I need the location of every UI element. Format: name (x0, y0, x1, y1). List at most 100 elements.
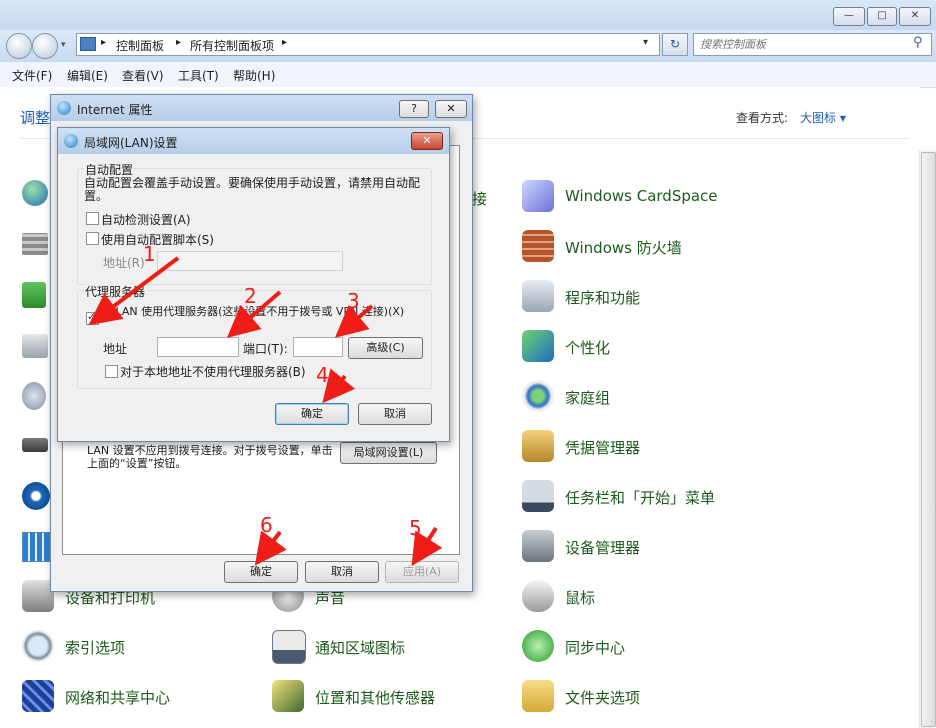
cp-item-label: 任务栏和「开始」菜单 (565, 489, 716, 507)
cp-item-label: 程序和功能 (565, 289, 641, 307)
refresh-icon[interactable]: ↻ (662, 33, 688, 56)
proxy-group-title: 代理服务器 (84, 283, 147, 300)
cp-item-label: Windows 防火墙 (565, 239, 682, 257)
default-programs-icon[interactable] (22, 382, 46, 410)
menu-tools[interactable]: 工具(T) (178, 67, 219, 84)
cp-item-label: 凭据管理器 (565, 439, 641, 457)
maximize-button[interactable]: □ (867, 7, 897, 26)
breadcrumb-control-panel[interactable]: 控制面板 (116, 37, 164, 54)
auto-detect-label: 自动检测设置(A) (101, 213, 191, 227)
close-button[interactable]: ✕ (435, 100, 467, 118)
partial-item-label: 接 (472, 190, 488, 208)
minimize-button[interactable]: — (833, 7, 865, 26)
mouse-icon (522, 580, 554, 612)
menu-help[interactable]: 帮助(H) (233, 67, 275, 84)
annotation-number-6: 6 (260, 513, 273, 537)
personalize-icon (522, 330, 554, 362)
menu-bar: 文件(F) 编辑(E) 查看(V) 工具(T) 帮助(H) (0, 62, 936, 88)
search-box[interactable]: ⚲ (693, 33, 932, 56)
network-icon (22, 680, 54, 712)
breadcrumb-separator-icon: ▸ (282, 37, 288, 48)
lan-cancel-button[interactable]: 取消 (358, 403, 432, 425)
window-titlebar: — □ ✕ (0, 0, 936, 30)
cardspace-icon (522, 180, 554, 212)
use-proxy-checkbox[interactable] (86, 310, 99, 325)
annotation-number-3: 3 (347, 289, 360, 313)
annotation-number-2: 2 (244, 284, 257, 308)
close-button[interactable]: ✕ (411, 132, 443, 150)
credential-icon (522, 430, 554, 462)
programs-icon (522, 280, 554, 312)
auto-script-label: 使用自动配置脚本(S) (101, 233, 214, 247)
search-icon[interactable]: ⚲ (913, 35, 923, 50)
breadcrumb-separator-icon: ▸ (176, 37, 182, 48)
recent-pages-icon[interactable]: ▾ (61, 40, 66, 50)
menu-edit[interactable]: 编辑(E) (67, 67, 108, 84)
control-panel-icon (80, 37, 96, 51)
advanced-button[interactable]: 高级(C) (348, 337, 423, 359)
bypass-local-checkbox[interactable] (105, 365, 118, 378)
proxy-address-field[interactable] (157, 337, 239, 357)
forward-icon[interactable] (32, 33, 58, 59)
cp-item-label: 位置和其他传感器 (315, 689, 436, 707)
action-center-icon[interactable] (22, 180, 48, 206)
address-dropdown-icon[interactable]: ▾ (643, 37, 648, 48)
script-address-label: 地址(R) (103, 256, 145, 270)
cancel-button[interactable]: 取消 (305, 561, 379, 583)
homegroup-icon (522, 380, 554, 412)
view-by-dropdown[interactable]: 大图标 ▾ (800, 109, 846, 126)
menu-view[interactable]: 查看(V) (122, 67, 164, 84)
script-address-field[interactable] (157, 251, 343, 271)
annotation-number-5: 5 (409, 516, 422, 540)
use-proxy-label: 为 LAN 使用代理服务器(这些设置不用于拨号或 VPN 连接)(X) (101, 305, 405, 318)
cp-item-label: 个性化 (565, 339, 611, 357)
menu-file[interactable]: 文件(F) (12, 67, 52, 84)
search-input[interactable] (698, 36, 908, 53)
ie-globe-icon (64, 134, 78, 148)
auto-config-description: 自动配置会覆盖手动设置。要确保使用手动设置，请禁用自动配置。 (84, 176, 421, 203)
date-time-icon[interactable] (22, 532, 50, 562)
address-bar[interactable]: ▸ 控制面板 ▸ 所有控制面板项 ▸ ▾ (76, 33, 660, 56)
cp-item-label: 文件夹选项 (565, 689, 641, 707)
proxy-port-field[interactable] (293, 337, 343, 357)
bypass-local-label: 对于本地地址不使用代理服务器(B) (120, 365, 306, 379)
ease-of-access-icon[interactable] (22, 482, 50, 510)
back-icon[interactable] (6, 33, 32, 59)
cp-item-label: 通知区域图标 (315, 639, 406, 657)
auto-script-checkbox[interactable] (86, 232, 99, 245)
lan-settings-button[interactable]: 局域网设置(L) (340, 442, 437, 464)
proxy-port-label: 端口(T): (243, 342, 288, 356)
auto-detect-checkbox[interactable] (86, 212, 99, 225)
annotation-number-4: 4 (316, 363, 329, 387)
breadcrumb-separator-icon: ▸ (101, 37, 107, 48)
keyboard-icon[interactable] (22, 438, 48, 452)
cp-item-label: 家庭组 (565, 389, 611, 407)
lan-ok-button[interactable]: 确定 (275, 403, 349, 425)
cp-item-label: Windows CardSpace (565, 187, 718, 205)
admin-tools-icon[interactable] (22, 233, 48, 255)
apply-button[interactable]: 应用(A) (385, 561, 459, 583)
phone-modem-icon[interactable] (22, 334, 48, 358)
index-icon (22, 630, 54, 662)
help-button[interactable]: ? (399, 100, 429, 118)
page-heading: 调整 (20, 109, 51, 127)
annotation-number-1: 1 (143, 242, 156, 266)
scrollbar-thumb[interactable] (921, 152, 936, 727)
view-by-label: 查看方式: (736, 111, 789, 125)
breadcrumb-all-items[interactable]: 所有控制面板项 (190, 37, 274, 54)
folder-options-icon (522, 680, 554, 712)
dialog-title: Internet 属性 (77, 103, 153, 117)
close-window-button[interactable]: ✕ (899, 7, 931, 26)
autoplay-icon[interactable] (22, 282, 46, 308)
ok-button[interactable]: 确定 (224, 561, 298, 583)
dialog-title: 局域网(LAN)设置 (84, 136, 178, 150)
sensor-icon (272, 680, 304, 712)
firewall-icon (522, 230, 554, 262)
proxy-address-label: 地址 (103, 342, 128, 356)
cp-item-label: 设备管理器 (565, 539, 641, 557)
device-manager-icon (522, 530, 554, 562)
lan-note-text: LAN 设置不应用到拨号连接。对于拨号设置，单击上面的“设置”按钮。 (87, 444, 333, 470)
cp-item-label: 同步中心 (565, 639, 626, 657)
notify-icon (272, 630, 306, 664)
cp-item-label: 索引选项 (65, 639, 126, 657)
